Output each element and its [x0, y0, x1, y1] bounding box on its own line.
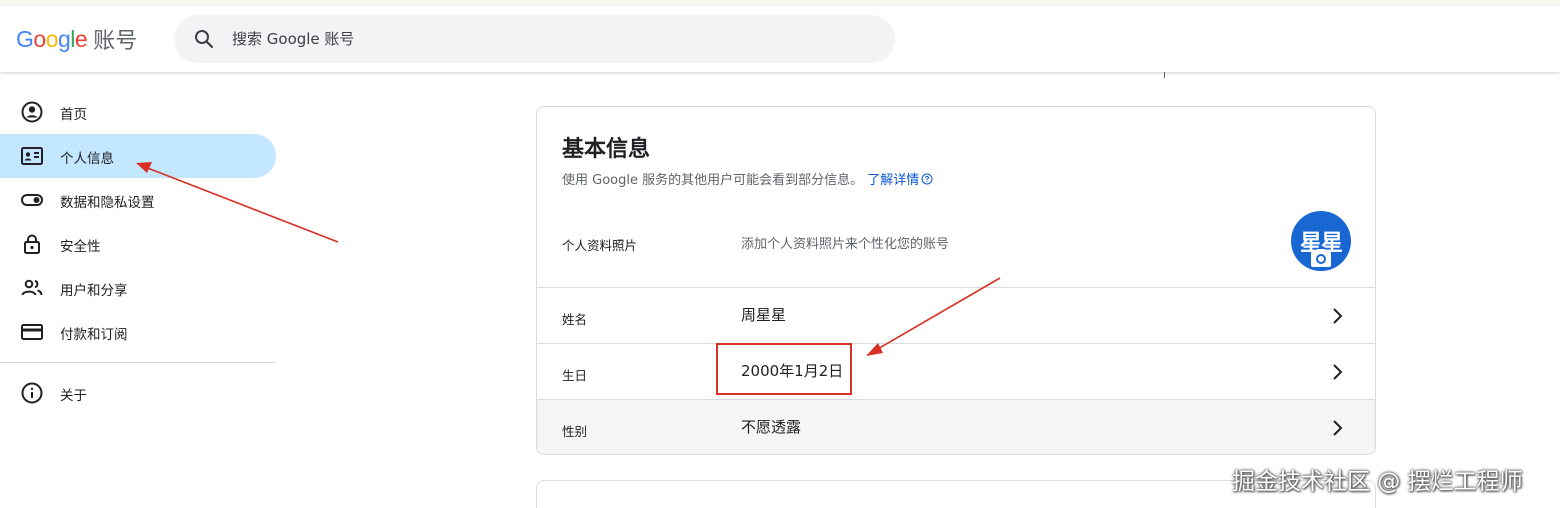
sidebar-item-label: 关于: [60, 388, 87, 404]
toggle-icon: [21, 194, 43, 206]
sidebar-item-label: 用户和分享: [60, 283, 128, 299]
birthday-label: 生日: [562, 368, 588, 383]
chevron-right-icon: [1333, 420, 1343, 436]
annotation-highlight-box: [716, 343, 852, 395]
sidebar-item-label: 个人信息: [60, 151, 114, 167]
camera-icon: [1311, 249, 1331, 267]
learn-more-link[interactable]: 了解详情: [867, 173, 933, 188]
sidebar-item-data-privacy[interactable]: 数据和隐私设置: [0, 178, 276, 222]
lock-icon: [24, 234, 40, 254]
sidebar-item-home[interactable]: 首页: [0, 90, 276, 134]
account-circle-icon: [21, 101, 43, 123]
profile-photo-hint: 添加个人资料照片来个性化您的账号: [741, 237, 950, 252]
profile-photo-row[interactable]: 个人资料照片 添加个人资料照片来个性化您的账号 星星: [537, 207, 1375, 287]
gender-value: 不愿透露: [741, 418, 802, 436]
id-card-icon: [21, 147, 43, 165]
scrolled-card-divider: [1164, 72, 1165, 78]
chevron-right-icon: [1333, 308, 1343, 324]
sidebar-item-label: 付款和订阅: [60, 327, 128, 343]
profile-photo-label: 个人资料照片: [562, 238, 638, 253]
card-description-text: 使用 Google 服务的其他用户可能会看到部分信息。: [562, 173, 864, 188]
chevron-right-icon: [1333, 364, 1343, 380]
search-bar[interactable]: [174, 15, 895, 63]
help-icon: [921, 173, 933, 185]
name-label: 姓名: [562, 312, 588, 327]
credit-card-icon: [21, 324, 43, 340]
people-icon: [21, 279, 43, 296]
gender-row[interactable]: 性别 不愿透露: [537, 399, 1375, 454]
sidebar-item-label: 首页: [60, 107, 87, 123]
watermark: 掘金技术社区 @ 摆烂工程师: [1232, 469, 1523, 495]
sidebar: 首页 个人信息 数据和隐私设置 安全性 用户和分享 付款和订阅 关于: [0, 90, 276, 415]
sidebar-item-payments[interactable]: 付款和订阅: [0, 310, 276, 354]
app-header: Google 账号: [0, 6, 1560, 72]
sidebar-item-label: 安全性: [60, 239, 101, 255]
card-title: 基本信息: [562, 137, 651, 162]
search-icon[interactable]: [192, 27, 216, 51]
sidebar-item-people-sharing[interactable]: 用户和分享: [0, 266, 276, 310]
sidebar-divider: [0, 362, 276, 363]
google-account-logo[interactable]: Google 账号: [16, 24, 138, 55]
search-input[interactable]: [232, 23, 832, 55]
card-description: 使用 Google 服务的其他用户可能会看到部分信息。 了解详情: [562, 169, 933, 188]
birthday-row[interactable]: 生日 2000年1月2日: [537, 343, 1375, 399]
name-row[interactable]: 姓名 周星星: [537, 287, 1375, 343]
sidebar-item-about[interactable]: 关于: [0, 371, 276, 415]
sidebar-item-security[interactable]: 安全性: [0, 222, 276, 266]
name-value: 周星星: [741, 306, 787, 324]
info-icon: [21, 382, 43, 404]
sidebar-item-label: 数据和隐私设置: [60, 195, 155, 211]
avatar[interactable]: 星星: [1291, 211, 1351, 271]
gender-label: 性别: [562, 424, 588, 439]
product-name: 账号: [93, 29, 138, 54]
sidebar-item-personal-info[interactable]: 个人信息: [0, 134, 276, 178]
basic-info-card: 基本信息 使用 Google 服务的其他用户可能会看到部分信息。 了解详情 个人…: [536, 106, 1376, 455]
google-logo-text: Google: [16, 25, 88, 52]
learn-more-label: 了解详情: [867, 173, 920, 188]
